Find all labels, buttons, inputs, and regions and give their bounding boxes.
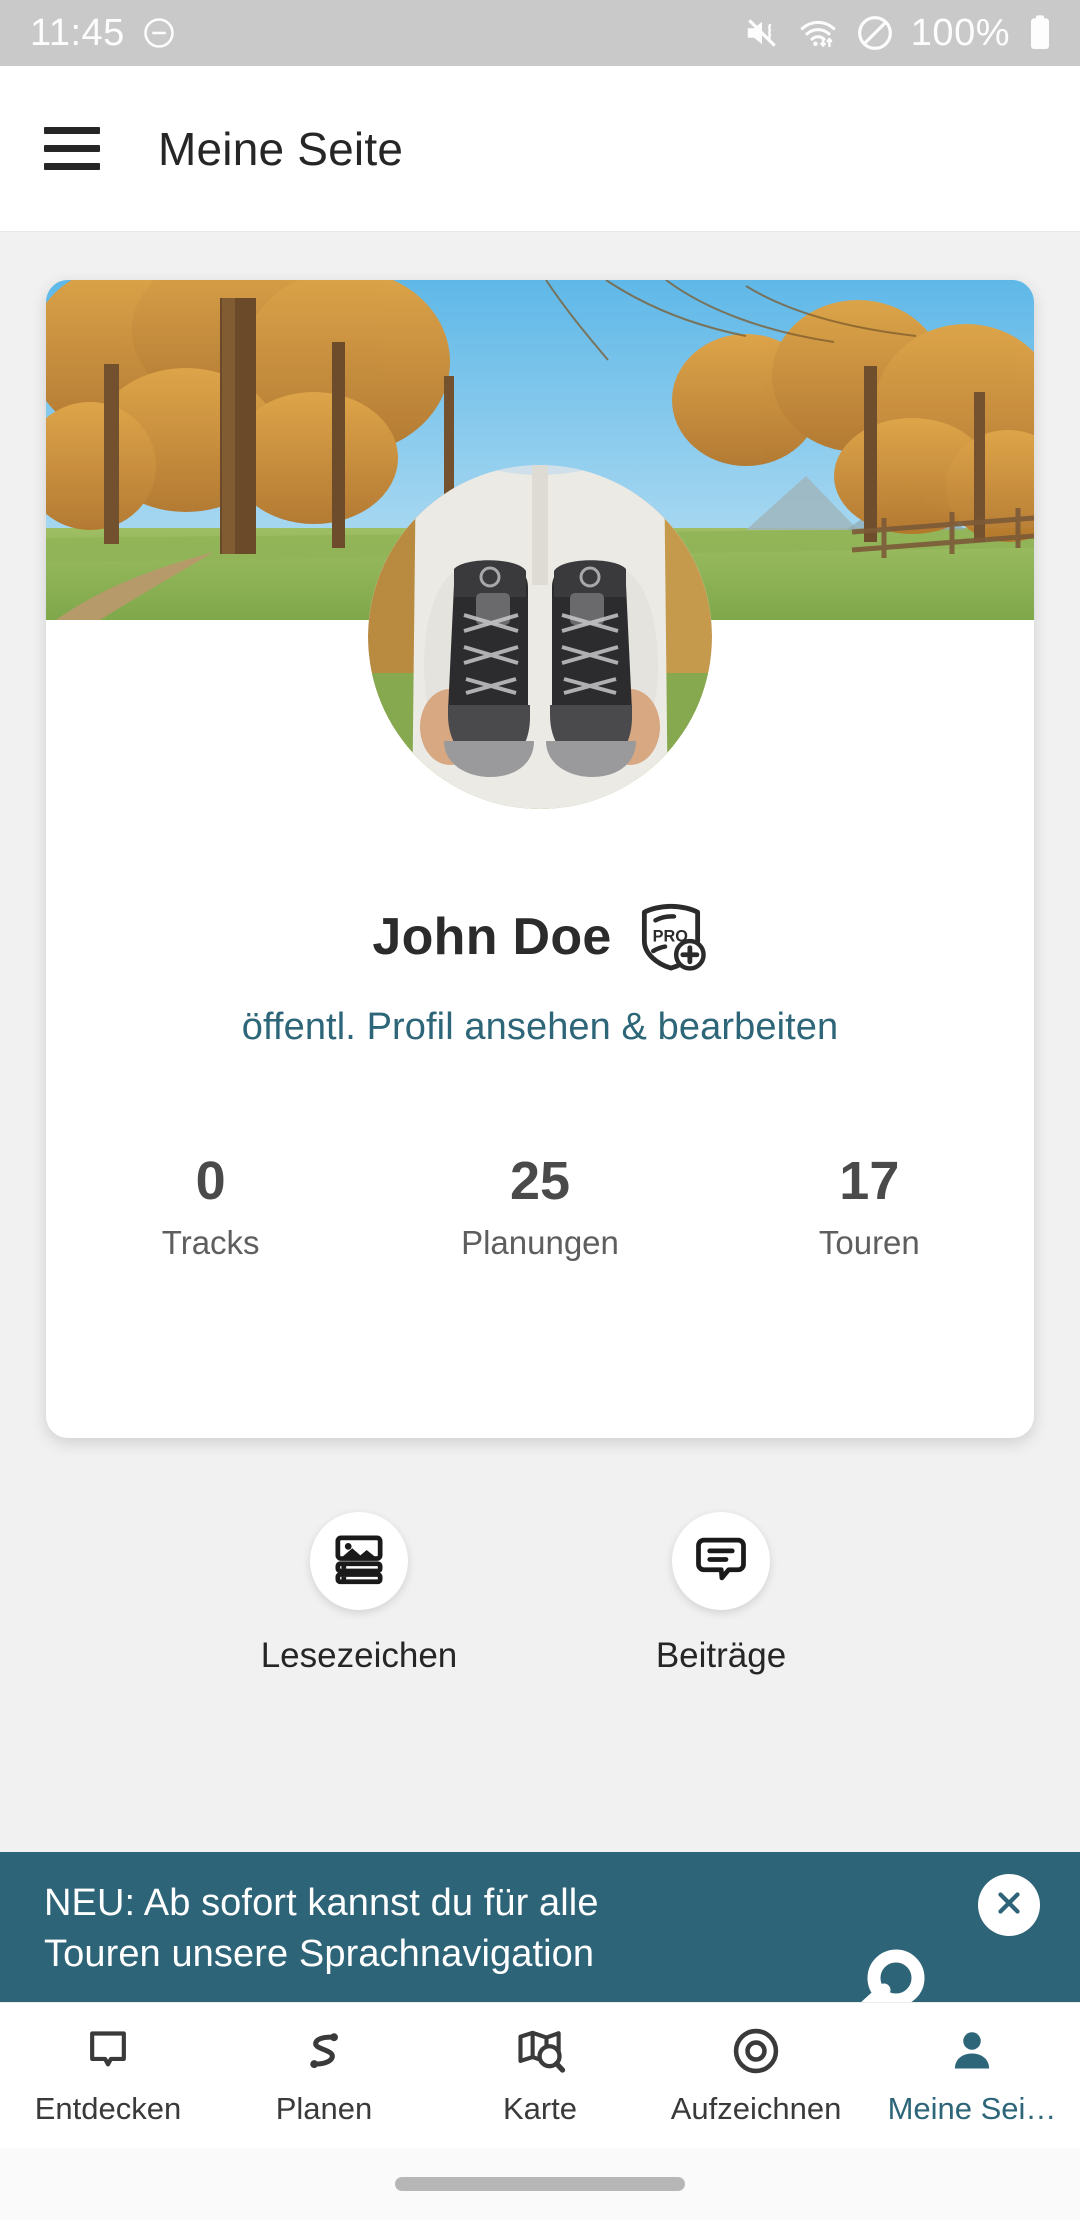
close-icon [992,1886,1026,1925]
public-profile-link[interactable]: öffentl. Profil ansehen & bearbeiten [46,1006,1034,1049]
pro-badge-icon: PRO [634,900,708,974]
discover-bookmark-icon [83,2023,133,2079]
nav-item-label: Entdecken [34,2091,182,2126]
stat-value: 25 [509,1151,571,1211]
record-circle-icon [730,2023,782,2079]
nav-item-aufzeichnen[interactable]: Aufzeichnen [648,2003,864,2127]
quick-action-label: Beiträge [655,1636,787,1675]
nav-item-meine-seite[interactable]: Meine Sei… [864,2003,1080,2127]
person-icon [947,2023,997,2079]
headset-icon [861,1949,925,2002]
app-bar: Meine Seite [0,66,1080,232]
nav-item-label: Meine Sei… [887,2091,1057,2126]
hamburger-line [44,127,100,134]
dnd-minus-icon [141,15,177,51]
hamburger-line [44,163,100,170]
status-bar: 11:45 100% [0,0,1080,66]
promo-banner-line2: Touren unsere Sprachnavigation [44,1932,595,1975]
stat-value: 0 [195,1151,226,1211]
stat-label: Planungen [461,1224,619,1262]
do-not-disturb-icon [855,13,895,53]
bottom-navigation: Entdecken Planen Karte Aufzeichnen Meine… [0,2002,1080,2148]
mute-vibrate-icon [743,14,781,52]
avatar[interactable] [368,465,712,809]
quick-action-label: Lesezeichen [260,1636,458,1675]
hamburger-menu-icon[interactable] [44,127,100,170]
battery-percent-label: 100% [910,11,1010,54]
bookmark-list-icon [332,1532,386,1591]
quick-action-lesezeichen[interactable]: Lesezeichen [249,1512,469,1676]
wifi-icon [797,14,839,52]
stat-label: Tracks [161,1224,260,1262]
quick-actions: Lesezeichen Beiträge [0,1512,1080,1676]
quick-action-circle [310,1512,408,1610]
promo-banner-close-button[interactable] [978,1874,1040,1936]
status-bar-clock: 11:45 [30,11,125,54]
quick-action-circle [672,1512,770,1610]
hamburger-line [44,145,100,152]
profile-stats: 0 Tracks 25 Planungen 17 Touren [46,1152,1034,1262]
profile-card: John Doe PRO öffentl. Profil ansehen & b… [46,280,1034,1438]
quick-action-beitraege[interactable]: Beiträge [611,1512,831,1676]
home-indicator-bar [0,2148,1080,2220]
nav-item-label: Karte [502,2091,578,2126]
promo-banner-line1: NEU: Ab sofort kannst du für alle [44,1882,599,1924]
nav-item-label: Aufzeichnen [670,2091,842,2126]
route-plan-icon [299,2023,349,2079]
nav-item-planen[interactable]: Planen [216,2003,432,2127]
promo-banner[interactable]: NEU: Ab sofort kannst du für alle Touren… [0,1852,1080,2002]
stat-tracks[interactable]: 0 Tracks [46,1152,375,1262]
page-title: Meine Seite [158,122,404,175]
map-search-icon [514,2023,566,2079]
nav-item-karte[interactable]: Karte [432,2003,648,2127]
status-bar-indicators: 100% [743,12,1054,55]
nav-item-label: Planen [275,2091,373,2126]
nav-item-entdecken[interactable]: Entdecken [0,2003,216,2127]
home-indicator[interactable] [395,2177,685,2191]
stat-touren[interactable]: 17 Touren [705,1152,1034,1262]
stat-label: Touren [818,1224,920,1262]
battery-icon [1026,13,1054,53]
speech-bubble-icon [694,1532,748,1591]
profile-name: John Doe [372,908,612,966]
stat-planungen[interactable]: 25 Planungen [375,1152,704,1262]
main-content: John Doe PRO öffentl. Profil ansehen & b… [0,232,1080,2024]
profile-name-row: John Doe PRO [46,900,1034,974]
promo-banner-text: NEU: Ab sofort kannst du für alle Touren… [44,1878,784,1979]
avatar-photo-art [368,465,712,809]
stat-value: 17 [839,1151,900,1211]
